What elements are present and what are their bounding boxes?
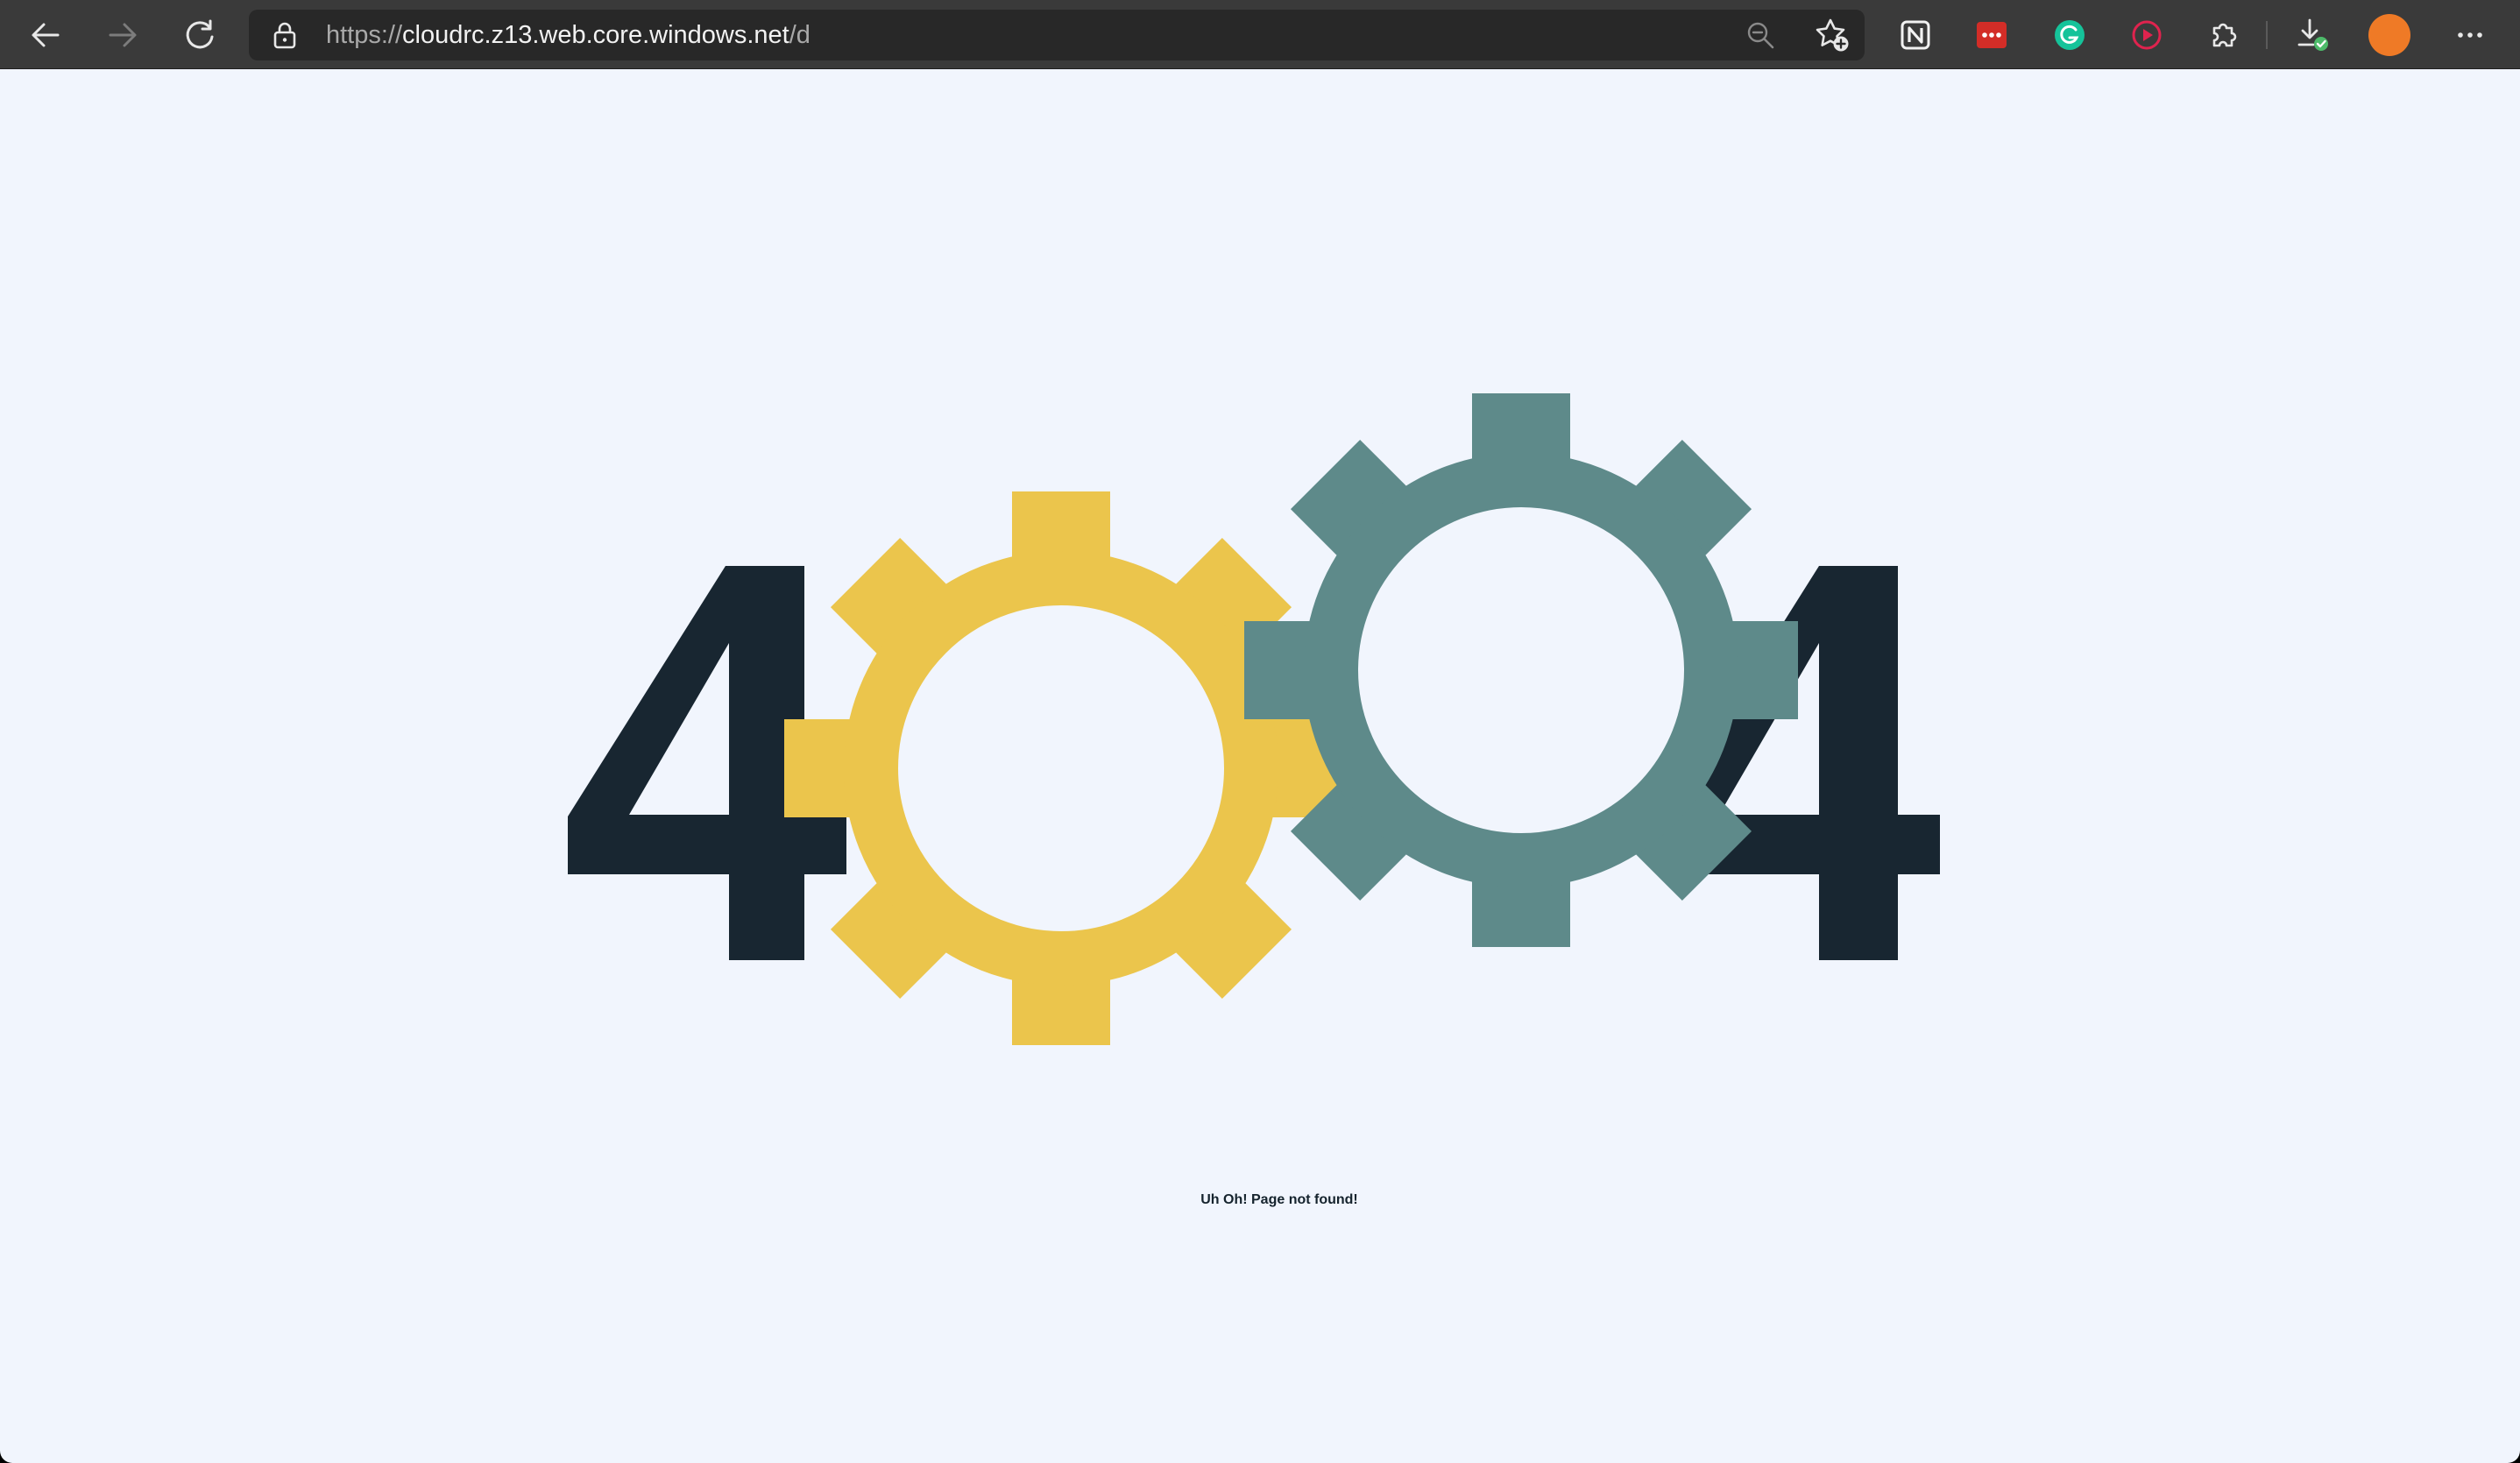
forward-icon bbox=[109, 23, 137, 47]
more-menu-button[interactable] bbox=[2451, 16, 2489, 54]
gear-teal bbox=[1244, 393, 1798, 947]
reload-icon bbox=[186, 19, 214, 49]
lastpass-icon bbox=[1977, 22, 2007, 48]
back-button[interactable] bbox=[19, 9, 72, 61]
url-host: cloudrc.z13.web.core.windows.net bbox=[402, 21, 789, 49]
notion-icon bbox=[1901, 20, 1930, 50]
grammarly-icon bbox=[2055, 20, 2085, 50]
forward-button[interactable] bbox=[96, 9, 149, 61]
extensions-icon bbox=[2212, 23, 2237, 47]
page-content: Uh Oh! Page not found! bbox=[0, 69, 2520, 1463]
grammarly-extension-button[interactable] bbox=[2050, 16, 2089, 54]
downloads-icon bbox=[2297, 18, 2328, 51]
error-404-graphic bbox=[568, 393, 1940, 1045]
url-path: /d bbox=[789, 21, 811, 49]
add-favorite-icon[interactable] bbox=[1814, 17, 1851, 53]
notion-extension-button[interactable] bbox=[1896, 16, 1935, 54]
url-text[interactable]: https://cloudrc.z13.web.core.windows.net… bbox=[326, 10, 811, 60]
browser-toolbar: https://cloudrc.z13.web.core.windows.net… bbox=[0, 0, 2520, 69]
lock-icon bbox=[273, 22, 296, 49]
video-record-icon bbox=[2132, 20, 2162, 50]
profile-avatar[interactable] bbox=[2368, 14, 2410, 56]
browser-window: https://cloudrc.z13.web.core.windows.net… bbox=[0, 0, 2520, 1463]
lastpass-extension-button[interactable] bbox=[1972, 16, 2011, 54]
back-icon bbox=[32, 23, 60, 47]
reload-button[interactable] bbox=[173, 9, 226, 61]
url-scheme: https:// bbox=[326, 21, 403, 49]
address-bar[interactable]: https://cloudrc.z13.web.core.windows.net… bbox=[249, 10, 1865, 60]
error-message: Uh Oh! Page not found! bbox=[1200, 1192, 1358, 1207]
video-record-extension-button[interactable] bbox=[2127, 16, 2166, 54]
toolbar-separator bbox=[2266, 21, 2268, 49]
zoom-out-icon[interactable] bbox=[1745, 20, 1775, 50]
extensions-button[interactable] bbox=[2205, 16, 2244, 54]
gear-yellow bbox=[784, 491, 1338, 1045]
more-icon bbox=[2458, 32, 2482, 38]
downloads-button[interactable] bbox=[2293, 16, 2332, 54]
